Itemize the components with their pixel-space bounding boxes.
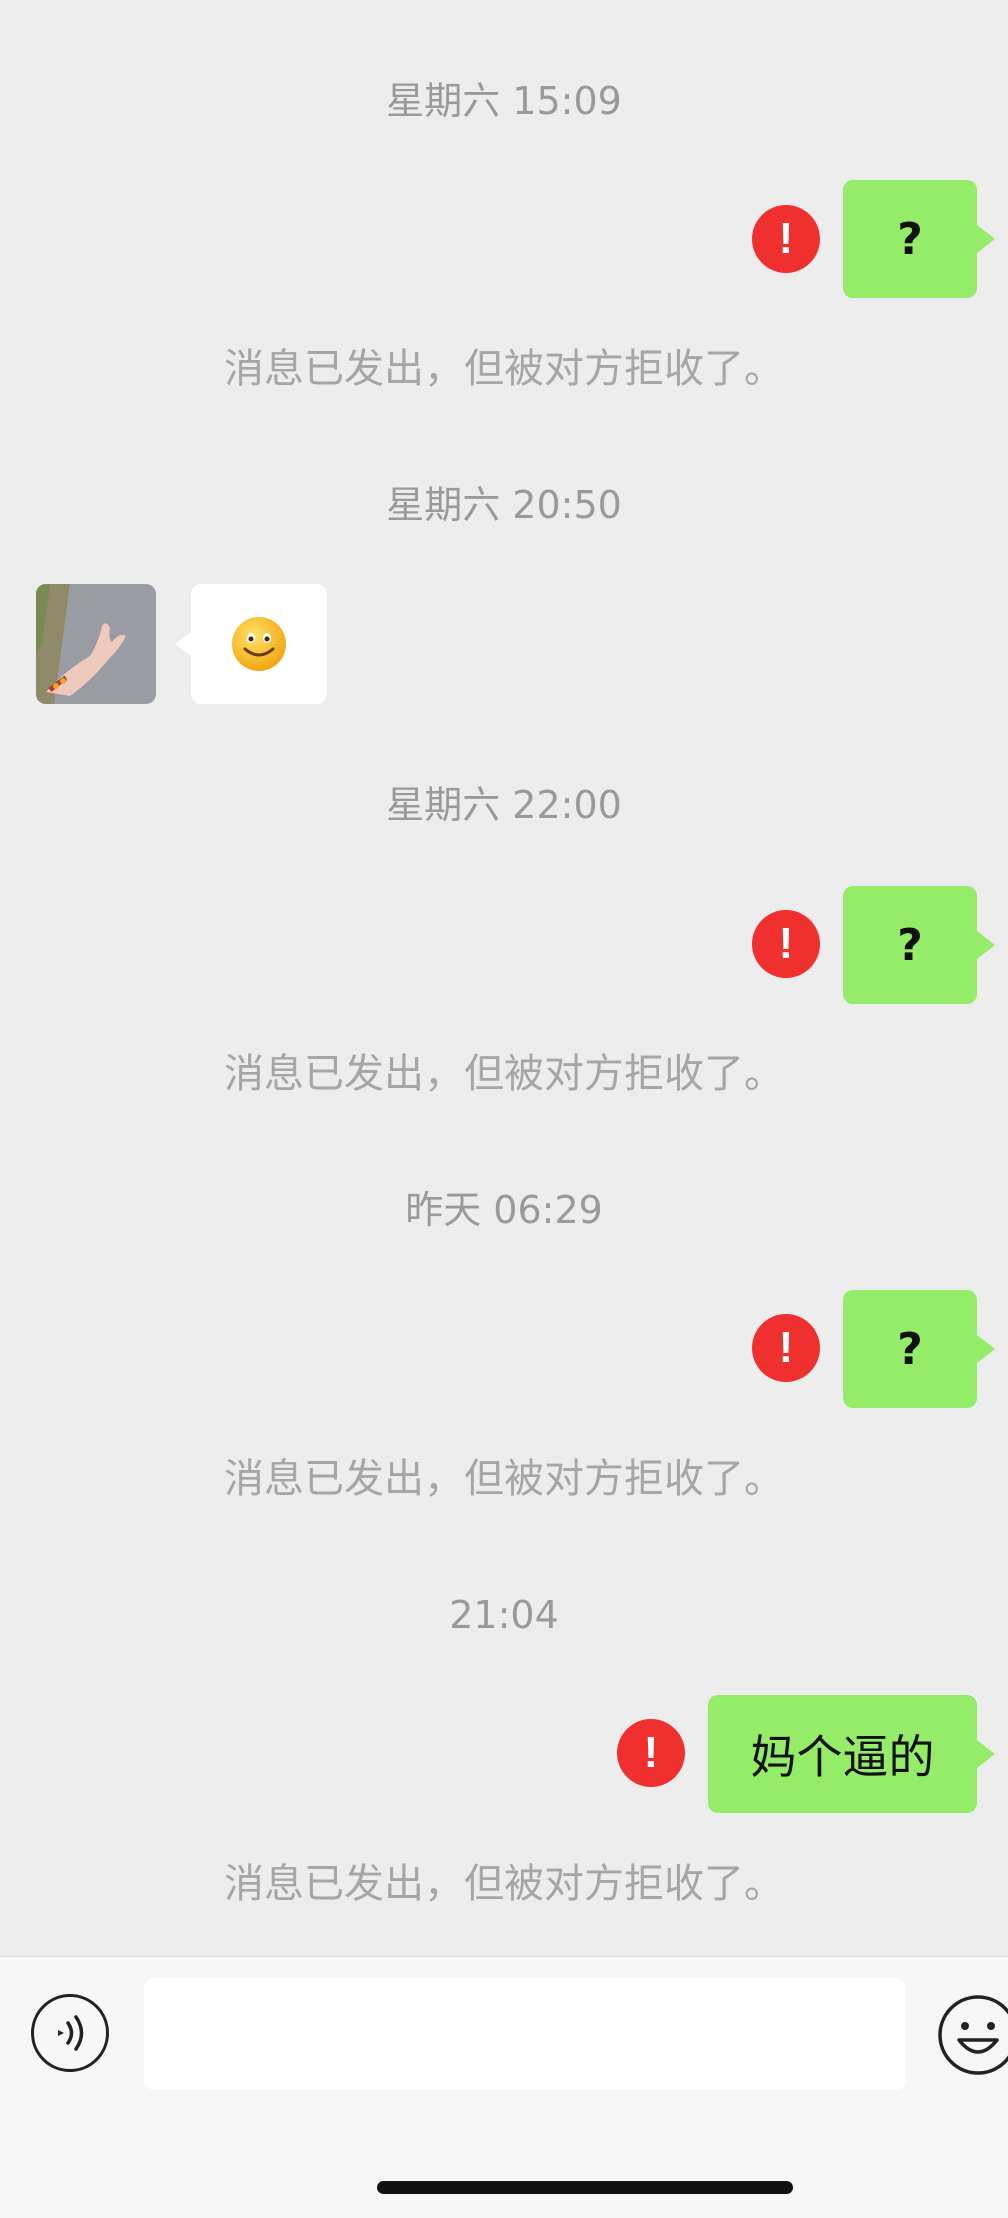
message-text: ? (897, 1323, 923, 1375)
sent-message-bubble[interactable]: ? (843, 1290, 995, 1408)
voice-icon (58, 2015, 84, 2051)
smiley-emoji-icon (232, 617, 286, 671)
timestamp: 21:04 (449, 1593, 559, 1637)
emoji-button[interactable] (937, 1994, 1008, 2076)
timestamp: 星期六 20:50 (386, 483, 622, 527)
sent-message-bubble[interactable]: ? (843, 886, 995, 1004)
timestamp: 星期六 22:00 (386, 783, 622, 827)
rejected-notice: 消息已发出，但被对方拒收了。 (224, 346, 784, 392)
sent-message-bubble[interactable]: ? (843, 180, 995, 298)
error-icon[interactable]: ! (617, 1719, 685, 1787)
home-indicator[interactable] (377, 2181, 793, 2194)
error-icon[interactable]: ! (752, 1314, 820, 1382)
timestamp: 昨天 06:29 (405, 1188, 603, 1232)
message-text: 妈个逼的 (750, 1730, 935, 1784)
error-icon[interactable]: ! (752, 205, 820, 273)
rejected-notice: 消息已发出，但被对方拒收了。 (224, 1051, 784, 1097)
timestamp: 星期六 15:09 (386, 79, 622, 123)
received-message-bubble[interactable] (175, 584, 327, 704)
contact-avatar[interactable] (36, 584, 156, 704)
sent-message-bubble[interactable]: 妈个逼的 (708, 1695, 995, 1813)
rejected-notice: 消息已发出，但被对方拒收了。 (224, 1861, 784, 1907)
emoji-icon (938, 1995, 1008, 2075)
rejected-notice: 消息已发出，但被对方拒收了。 (224, 1456, 784, 1502)
message-text: ? (897, 919, 923, 971)
message-text: ? (897, 213, 923, 265)
error-icon[interactable]: ! (752, 910, 820, 978)
message-input[interactable] (144, 1978, 906, 2090)
avatar-photo (36, 584, 156, 704)
voice-button[interactable] (31, 1994, 109, 2072)
chat-area[interactable]: 星期六 15:09 ! ? 消息已发出，但被对方拒收了。 星期六 20:50 星… (0, 0, 1008, 1956)
